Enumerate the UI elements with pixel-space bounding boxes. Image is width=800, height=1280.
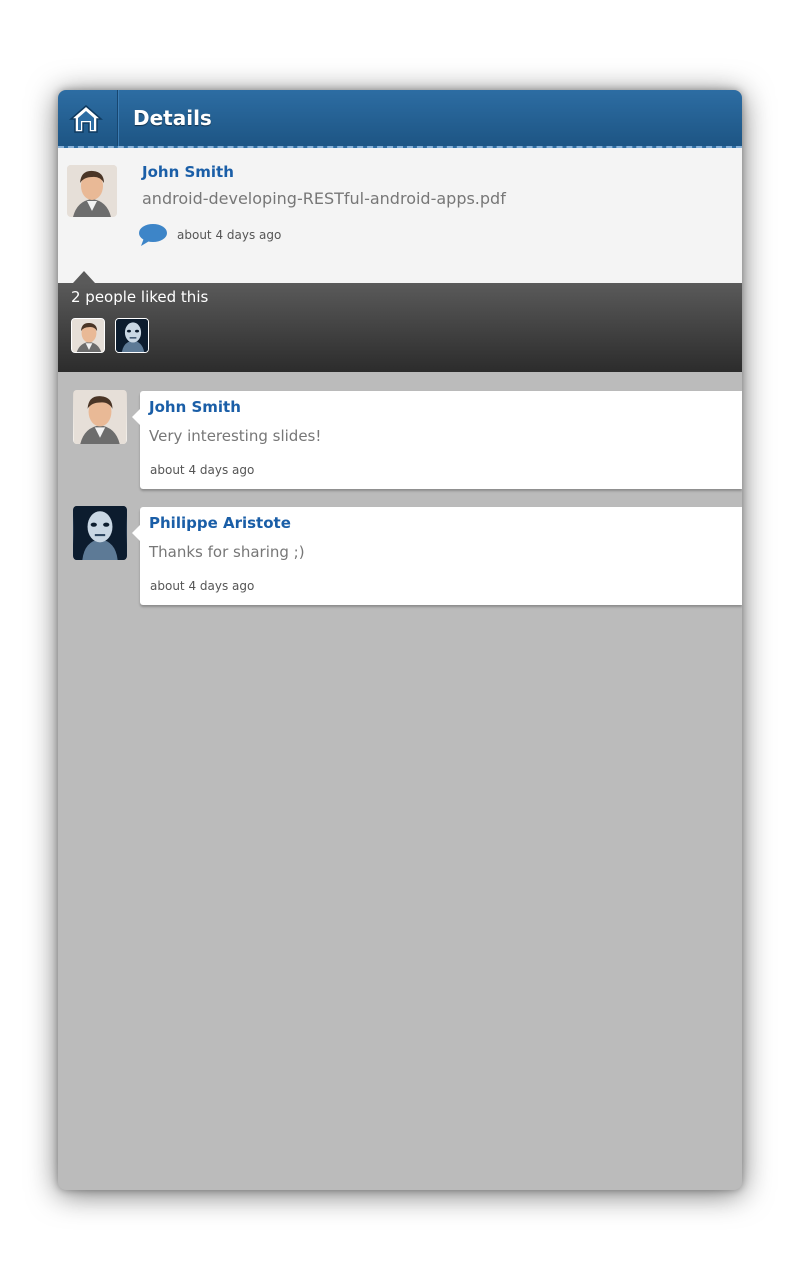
philippe-aristote-avatar-icon (116, 319, 148, 352)
home-icon (69, 105, 103, 133)
likes-count[interactable]: 2 people liked this (71, 288, 208, 306)
john-smith-avatar-icon (72, 319, 104, 352)
action-bar: Details (58, 90, 742, 148)
comment-timestamp: about 4 days ago (150, 579, 255, 593)
philippe-aristote-avatar-icon (74, 506, 126, 560)
avatar[interactable] (67, 165, 117, 217)
john-smith-avatar-icon (67, 165, 117, 217)
likes-pointer (73, 271, 95, 283)
john-smith-avatar-icon (74, 390, 126, 444)
comment-bubble: Philippe Aristote Thanks for sharing ;) … (132, 507, 742, 605)
app-screen: Details John Smith android-developing-RE… (58, 90, 742, 1190)
liker-avatar[interactable] (71, 318, 105, 353)
likes-section: 2 people liked this (58, 283, 742, 372)
speech-bubble-icon[interactable] (138, 223, 168, 247)
avatar[interactable] (73, 506, 127, 560)
comment-text: Thanks for sharing ;) (149, 543, 305, 561)
page-title: Details (133, 106, 212, 130)
comment-timestamp: about 4 days ago (150, 463, 255, 477)
comment-bubble: John Smith Very interesting slides! abou… (132, 391, 742, 489)
comment-author[interactable]: Philippe Aristote (149, 514, 291, 532)
author-name[interactable]: John Smith (142, 163, 234, 181)
comment-author[interactable]: John Smith (149, 398, 241, 416)
comment-text: Very interesting slides! (149, 427, 322, 445)
timestamp: about 4 days ago (177, 228, 282, 242)
comment-item: Philippe Aristote Thanks for sharing ;) … (58, 506, 742, 606)
file-name[interactable]: android-developing-RESTful-android-apps.… (142, 189, 506, 208)
liker-avatar[interactable] (115, 318, 149, 353)
comment-item: John Smith Very interesting slides! abou… (58, 390, 742, 490)
avatar[interactable] (73, 390, 127, 444)
home-button[interactable] (58, 90, 118, 146)
document-detail: John Smith android-developing-RESTful-an… (58, 148, 742, 283)
